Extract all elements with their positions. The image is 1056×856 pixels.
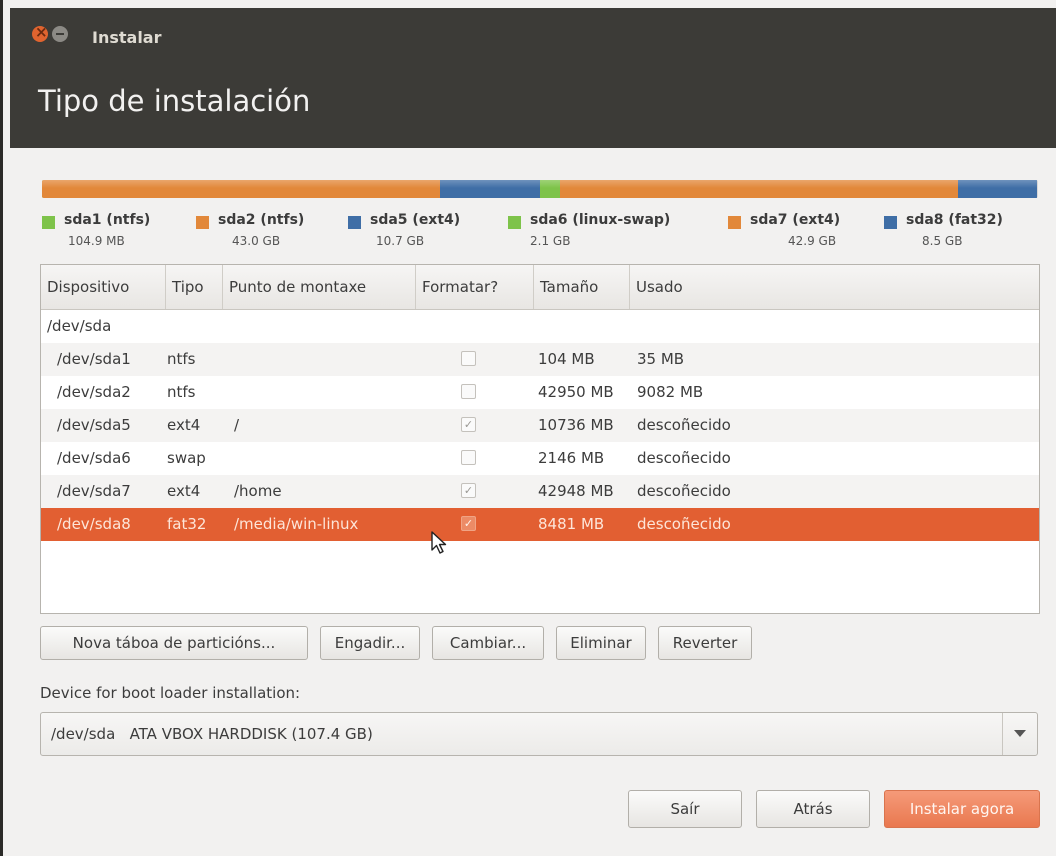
format-checkbox[interactable]: ✓ [461,417,476,432]
device-cell: /dev/sda2 [57,383,131,401]
column-header-mount[interactable]: Punto de montaxe [222,265,415,309]
mouse-pointer-icon [431,531,447,554]
used-cell: descoñecido [637,515,731,533]
type-cell: ext4 [167,416,201,434]
legend-swatch [728,216,741,229]
window-controls [32,23,68,42]
column-header-used[interactable]: Usado [629,265,1039,309]
mount-cell: / [234,416,240,434]
add-button[interactable]: Engadir... [320,626,420,660]
legend-size: 42.9 GB [788,234,837,248]
device-cell: /dev/sda [47,317,112,335]
format-checkbox[interactable] [461,351,476,366]
used-cell: descoñecido [637,449,731,467]
legend-name: sda6 (linux-swap) [530,212,671,228]
new-partition-table-button[interactable]: Nova táboa de particións... [40,626,308,660]
back-button[interactable]: Atrás [756,790,870,828]
column-header-size[interactable]: Tamaño [533,265,629,309]
type-cell: swap [167,449,206,467]
legend-swatch [348,216,361,229]
dropdown-button[interactable] [1002,713,1037,755]
partition-segment [540,180,560,198]
partition-table[interactable]: Dispositivo Tipo Punto de montaxe Format… [40,264,1040,614]
minimize-icon[interactable] [52,26,68,42]
boot-loader-select[interactable]: /dev/sda ATA VBOX HARDDISK (107.4 GB) [40,712,1038,756]
type-cell: ntfs [167,383,196,401]
install-now-button[interactable]: Instalar agora [884,790,1040,828]
legend-name: sda8 (fat32) [906,212,1003,228]
legend-size: 10.7 GB [376,234,425,248]
column-header-type[interactable]: Tipo [165,265,222,309]
legend-name: sda5 (ext4) [370,212,461,228]
partition-segment [958,180,1037,198]
device-cell: /dev/sda8 [57,515,131,533]
legend-size: 2.1 GB [530,234,571,248]
size-cell: 10736 MB [538,416,614,434]
format-checkbox[interactable]: ✓ [461,516,476,531]
mount-cell: /home [234,482,282,500]
type-cell: fat32 [167,515,207,533]
legend-swatch [884,216,897,229]
partition-legend: sda1 (ntfs) 104.9 MB sda2 (ntfs) 43.0 GB… [42,212,1042,252]
table-row-selected[interactable]: /dev/sda8 fat32 /media/win-linux ✓ 8481 … [41,508,1039,541]
legend-size: 104.9 MB [68,234,125,248]
size-cell: 104 MB [538,350,595,368]
device-cell: /dev/sda6 [57,449,131,467]
partition-segment [42,180,441,198]
change-button[interactable]: Cambiar... [432,626,544,660]
used-cell: 35 MB [637,350,685,368]
legend-size: 43.0 GB [232,234,281,248]
used-cell: descoñecido [637,482,731,500]
used-cell: 9082 MB [637,383,704,401]
legend-name: sda7 (ext4) [750,212,841,228]
table-header: Dispositivo Tipo Punto de montaxe Format… [41,265,1039,310]
partition-segment [440,180,541,198]
delete-button[interactable]: Eliminar [556,626,646,660]
type-cell: ext4 [167,482,201,500]
mount-cell: /media/win-linux [234,515,359,533]
boot-loader-value: /dev/sda ATA VBOX HARDDISK (107.4 GB) [51,725,373,743]
legend-size: 8.5 GB [922,234,963,248]
format-checkbox[interactable]: ✓ [461,483,476,498]
size-cell: 42950 MB [538,383,614,401]
legend-name: sda1 (ntfs) [64,212,151,228]
revert-button[interactable]: Reverter [658,626,752,660]
legend-swatch [196,216,209,229]
type-cell: ntfs [167,350,196,368]
table-row-disk[interactable]: /dev/sda [41,310,1039,343]
size-cell: 42948 MB [538,482,614,500]
legend-swatch [42,216,55,229]
legend-swatch [508,216,521,229]
title-bar: Instalar Tipo de instalación [10,8,1056,148]
partition-segment [560,180,959,198]
boot-loader-label: Device for boot loader installation: [40,684,301,702]
size-cell: 2146 MB [538,449,605,467]
format-checkbox[interactable] [461,450,476,465]
close-icon[interactable] [32,23,48,42]
format-checkbox[interactable] [461,384,476,399]
legend-name: sda2 (ntfs) [218,212,305,228]
size-cell: 8481 MB [538,515,605,533]
table-row[interactable]: /dev/sda2 ntfs 42950 MB 9082 MB [41,376,1039,409]
window-edge [0,0,3,856]
page-title: Tipo de instalación [38,84,311,118]
device-cell: /dev/sda7 [57,482,131,500]
window-title: Instalar [92,28,162,47]
chevron-down-icon [1014,730,1026,737]
device-cell: /dev/sda1 [57,350,131,368]
quit-button[interactable]: Saír [628,790,742,828]
used-cell: descoñecido [637,416,731,434]
partition-bar [42,180,1038,198]
column-header-format[interactable]: Formatar? [415,265,533,309]
table-row[interactable]: /dev/sda6 swap 2146 MB descoñecido [41,442,1039,475]
table-row[interactable]: /dev/sda1 ntfs 104 MB 35 MB [41,343,1039,376]
device-cell: /dev/sda5 [57,416,131,434]
column-header-device[interactable]: Dispositivo [41,265,165,309]
table-row[interactable]: /dev/sda7 ext4 /home ✓ 42948 MB descoñec… [41,475,1039,508]
table-row[interactable]: /dev/sda5 ext4 / ✓ 10736 MB descoñecido [41,409,1039,442]
